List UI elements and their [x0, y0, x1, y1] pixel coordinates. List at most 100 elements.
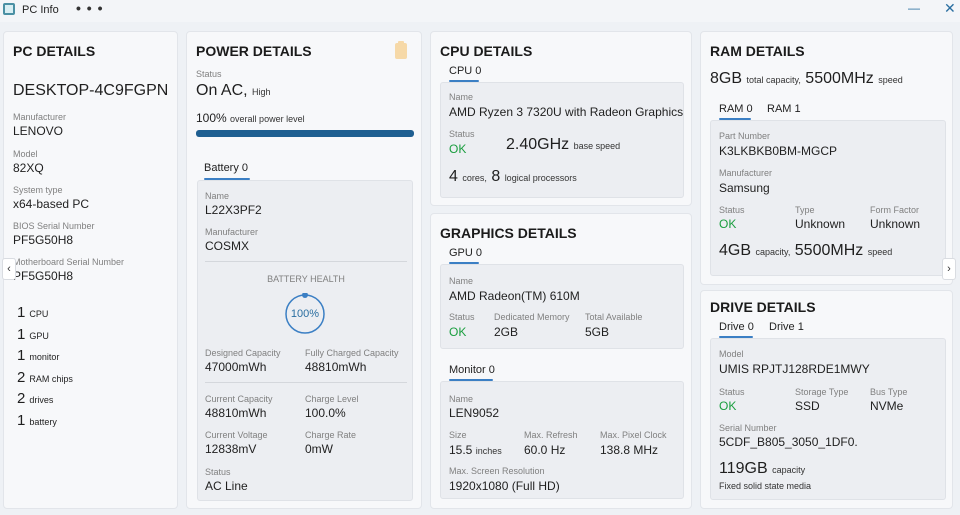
drive-panel: Model UMIS RPJTJ128RDE1MWY Status OK Sto… [710, 338, 946, 500]
model-label: Model [13, 149, 38, 159]
drive-media-type: Fixed solid state media [719, 481, 812, 491]
bus-type-label: Bus Type [870, 387, 908, 397]
power-details-heading: POWER DETAILS [196, 43, 312, 59]
power-level-track [196, 130, 414, 137]
designed-capacity-value: 47000mWh [205, 360, 267, 374]
count-ram-chips: 2 RAM chips [17, 369, 73, 386]
max-refresh-label: Max. Refresh [524, 430, 578, 440]
system-type-value: x64-based PC [13, 197, 90, 211]
tab-gpu-0[interactable]: GPU 0 [449, 247, 482, 259]
max-pixel-clock-value: 138.8 MHz [600, 443, 659, 457]
count-battery: 1 battery [17, 412, 57, 429]
drive-model-label: Model [719, 349, 744, 359]
charge-rate-label: Charge Rate [305, 430, 357, 440]
gpu-name-value: AMD Radeon(TM) 610M [449, 289, 580, 303]
scroll-left-button[interactable]: ‹ [2, 258, 16, 280]
current-voltage-value: 12838mV [205, 442, 257, 456]
manufacturer-value: LENOVO [13, 124, 64, 138]
ram-panel: Part Number K3LKBKB0BM-MGCP Manufacturer… [710, 120, 946, 276]
cpu-cores: 4 cores, 8 logical processors [449, 168, 577, 185]
gpu-name-label: Name [449, 276, 474, 286]
tab-ram-1[interactable]: RAM 1 [767, 103, 801, 115]
ram-status-label: Status [719, 205, 745, 215]
monitor-size-value: 15.5 inches [449, 443, 502, 457]
more-options-button[interactable]: • • • [76, 0, 103, 16]
battery-details-panel: Name L22X3PF2 Manufacturer COSMX BATTERY… [197, 180, 413, 501]
ram-manufacturer-value: Samsung [719, 181, 770, 195]
max-resolution-label: Max. Screen Resolution [449, 466, 545, 476]
power-status-value: On AC, High [196, 82, 271, 99]
serial-number-value: 5CDF_B805_3050_1DF0. [719, 435, 858, 449]
monitor-size-label: Size [449, 430, 467, 440]
current-capacity-value: 48810mWh [205, 406, 267, 420]
power-status-label: Status [196, 69, 222, 79]
power-level-bar [196, 130, 414, 137]
close-button[interactable]: ✕ [944, 0, 956, 17]
storage-type-label: Storage Type [795, 387, 849, 397]
total-available-value: 5GB [585, 325, 610, 339]
motherboard-serial-value: PF5G50H8 [13, 269, 74, 283]
ram-status-value: OK [719, 217, 737, 231]
drive-details-heading: DRIVE DETAILS [710, 299, 816, 315]
part-number-label: Part Number [719, 131, 771, 141]
app-icon [3, 3, 15, 15]
current-voltage-label: Current Voltage [205, 430, 268, 440]
count-gpu: 1 GPU [17, 326, 49, 343]
cpu-name-value: AMD Ryzen 3 7320U with Radeon Graphics [449, 105, 684, 119]
battery-name-label: Name [205, 191, 230, 201]
max-pixel-clock-label: Max. Pixel Clock [600, 430, 667, 440]
battery-status-value: AC Line [205, 479, 248, 493]
ram-total: 8GB total capacity, 5500MHz speed [710, 70, 903, 87]
minimize-button[interactable]: — [908, 1, 920, 15]
cpu-status-value: OK [449, 142, 467, 156]
tab-battery-0[interactable]: Battery 0 [204, 162, 248, 174]
graphics-details-card: GRAPHICS DETAILS GPU 0 Name AMD Radeon(T… [430, 213, 692, 509]
gpu-status-value: OK [449, 325, 467, 339]
ram-details-card: RAM DETAILS 8GB total capacity, 5500MHz … [700, 31, 953, 285]
system-type-label: System type [13, 185, 63, 195]
bus-type-value: NVMe [870, 399, 904, 413]
pc-details-card: PC DETAILS DESKTOP-4C9FGPN Manufacturer … [3, 31, 178, 509]
count-drives: 2 drives [17, 390, 54, 407]
battery-health-value: 100% [290, 308, 320, 320]
power-level: 100% overall power level [196, 111, 305, 125]
designed-capacity-label: Designed Capacity [205, 348, 281, 358]
part-number-value: K3LKBKB0BM-MGCP [719, 144, 838, 158]
graphics-details-heading: GRAPHICS DETAILS [440, 225, 577, 241]
count-monitor: 1 monitor [17, 347, 60, 364]
ram-type-value: Unknown [795, 217, 846, 231]
serial-number-label: Serial Number [719, 423, 777, 433]
divider [205, 261, 407, 262]
max-resolution-value: 1920x1080 (Full HD) [449, 479, 560, 493]
drive-model-value: UMIS RPJTJ128RDE1MWY [719, 362, 870, 376]
drive-capacity: 119GB capacity [719, 460, 806, 477]
max-refresh-value: 60.0 Hz [524, 443, 566, 457]
tab-drive-0[interactable]: Drive 0 [719, 321, 754, 333]
divider [205, 382, 407, 383]
tab-drive-1[interactable]: Drive 1 [769, 321, 804, 333]
gpu-panel: Name AMD Radeon(TM) 610M Status OK Dedic… [440, 264, 684, 349]
tab-ram-0[interactable]: RAM 0 [719, 103, 753, 115]
ram-details-heading: RAM DETAILS [710, 43, 805, 59]
drive-status-label: Status [719, 387, 745, 397]
battery-icon [395, 41, 407, 59]
charge-level-value: 100.0% [305, 406, 346, 420]
battery-name-value: L22X3PF2 [205, 203, 262, 217]
tab-cpu-0[interactable]: CPU 0 [449, 65, 481, 77]
scroll-right-button[interactable]: › [942, 258, 956, 280]
app-title: PC Info [22, 4, 59, 16]
charge-rate-value: 0mW [305, 442, 333, 456]
tab-monitor-0[interactable]: Monitor 0 [449, 364, 495, 376]
monitor-name-label: Name [449, 394, 474, 404]
battery-manufacturer-label: Manufacturer [205, 227, 259, 237]
monitor-panel: Name LEN9052 Size 15.5 inches Max. Refre… [440, 381, 684, 499]
cpu-speed: 2.40GHz base speed [506, 136, 621, 153]
power-details-card: POWER DETAILS Status On AC, High 100% ov… [186, 31, 422, 509]
ram-manufacturer-label: Manufacturer [719, 168, 773, 178]
dedicated-memory-value: 2GB [494, 325, 519, 339]
battery-status-label: Status [205, 467, 231, 477]
count-cpu: 1 CPU [17, 304, 49, 321]
cpu-details-card: CPU DETAILS CPU 0 Name AMD Ryzen 3 7320U… [430, 31, 692, 206]
bios-serial-value: PF5G50H8 [13, 233, 74, 247]
drive-details-card: DRIVE DETAILS Drive 0 Drive 1 Model UMIS… [700, 290, 953, 509]
